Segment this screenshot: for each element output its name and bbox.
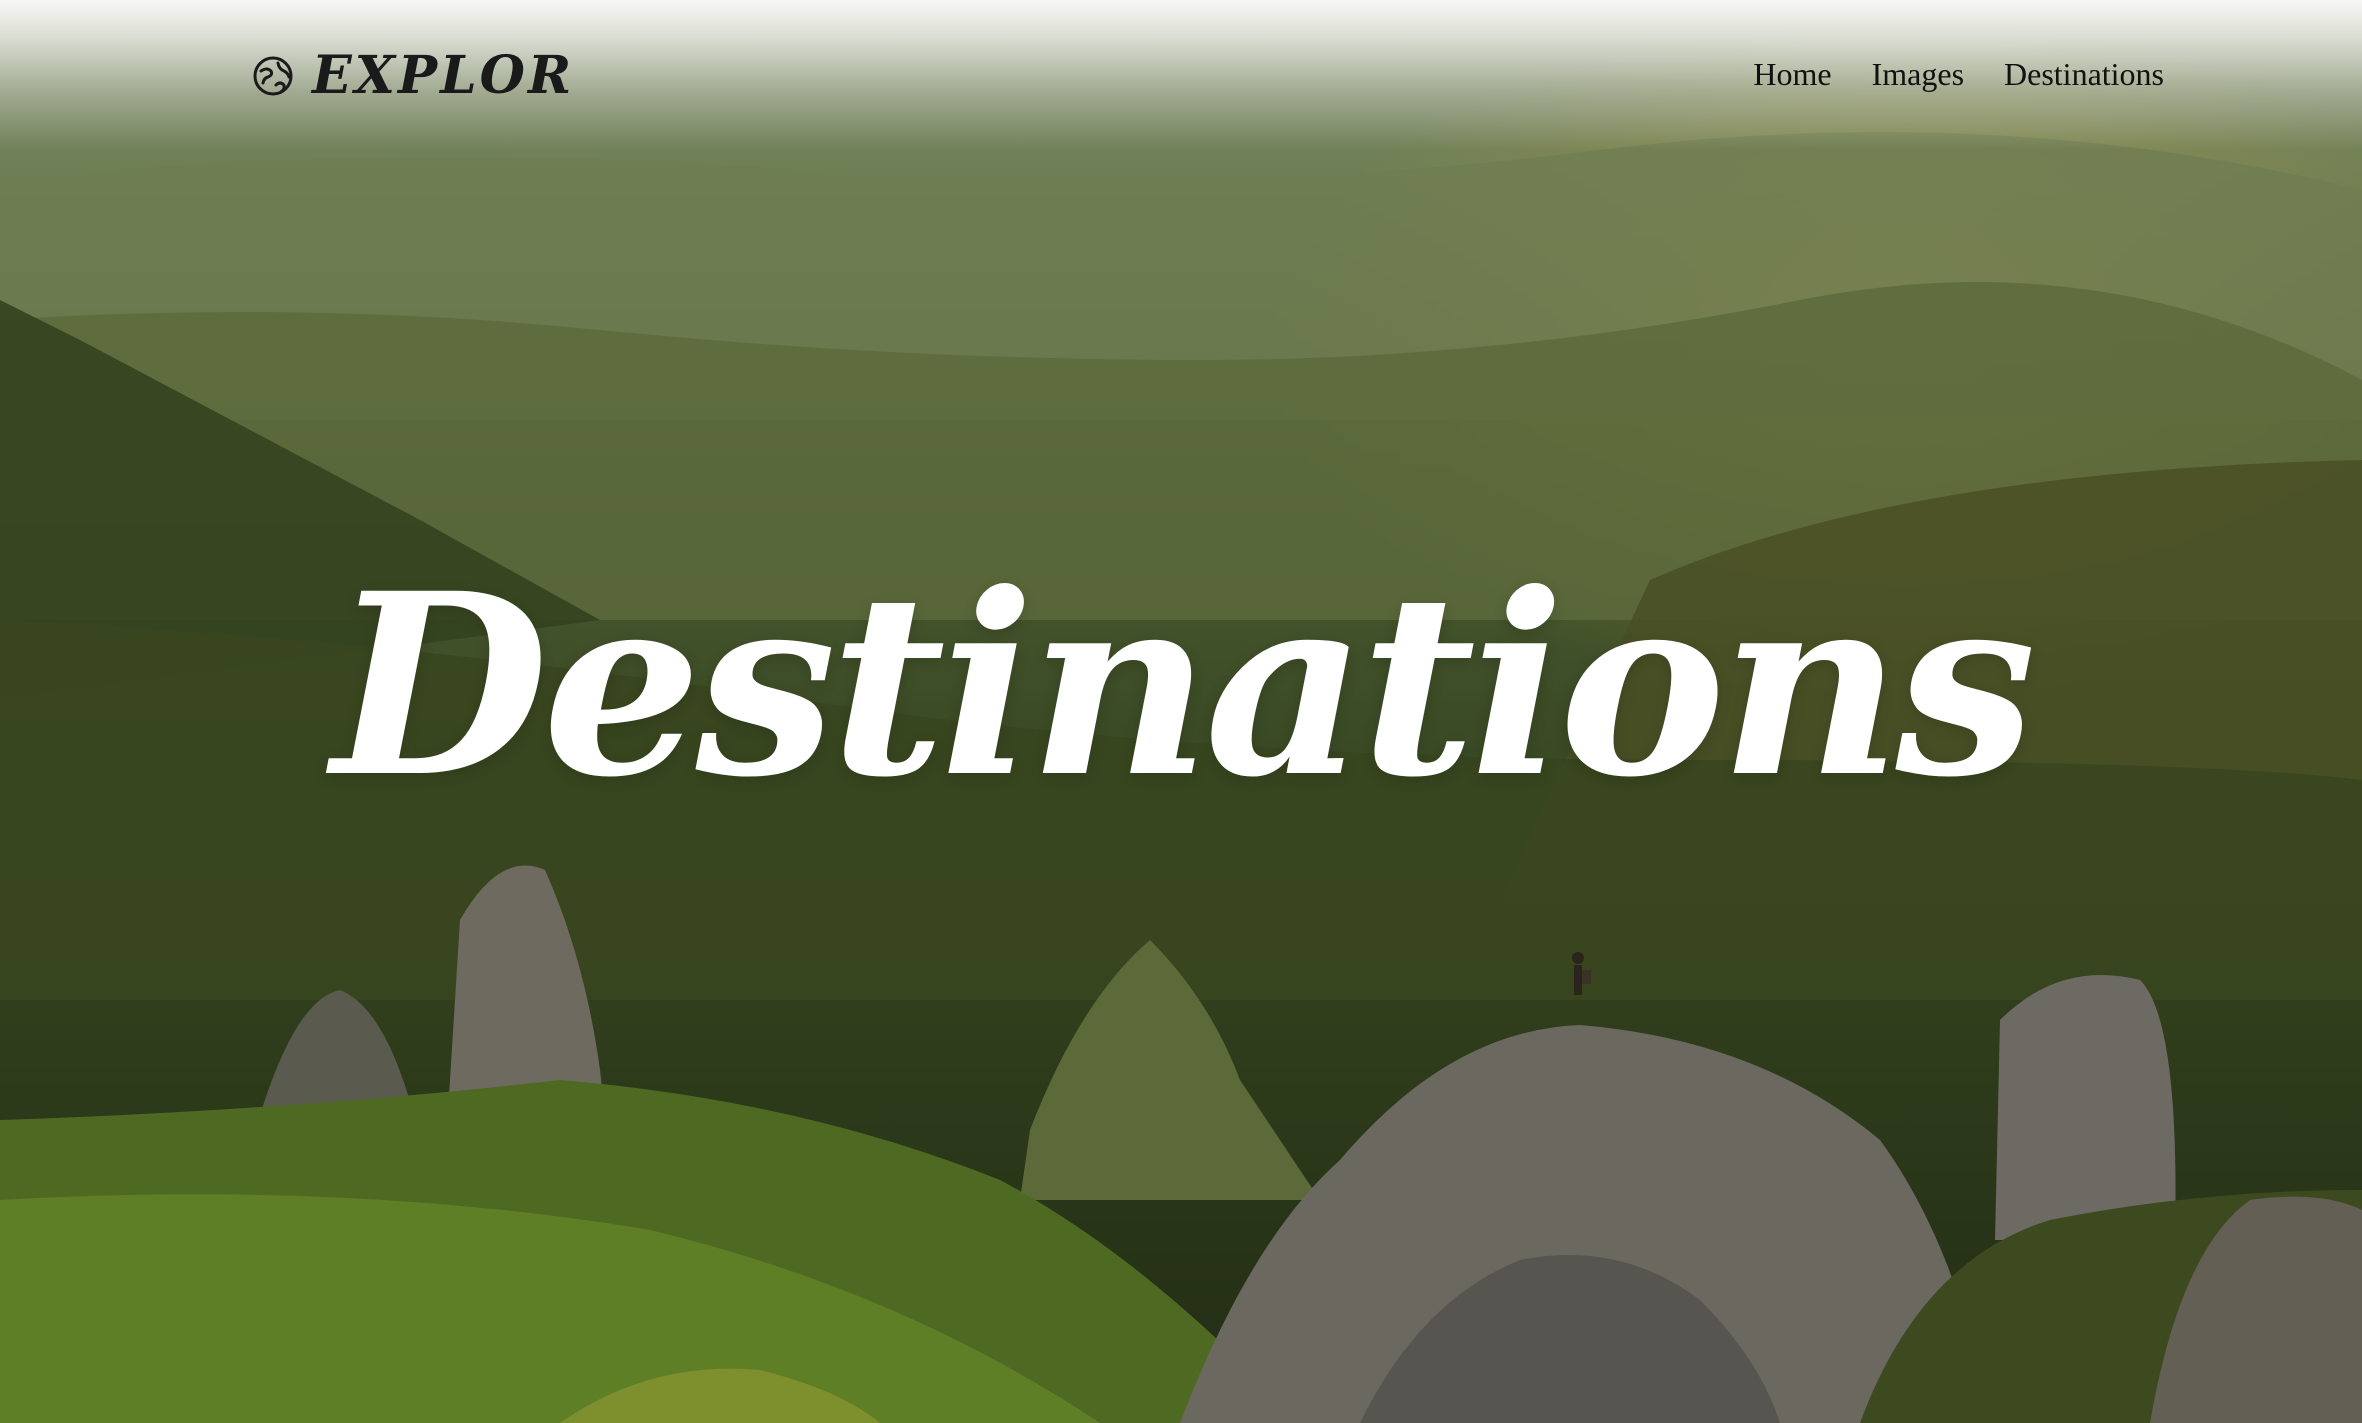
nav-link-images[interactable]: Images <box>1872 58 1964 90</box>
brand-logo[interactable]: EXPLOR <box>252 50 574 102</box>
nav-link-home[interactable]: Home <box>1753 58 1831 90</box>
brand-name: EXPLOR <box>312 45 575 106</box>
hero-section: EXPLOR Home Images Destinations Destinat… <box>0 0 2362 1423</box>
hero-title: Destinations <box>331 538 2037 832</box>
nav-link-destinations[interactable]: Destinations <box>2004 58 2164 90</box>
globe-icon <box>253 56 293 96</box>
main-nav: Home Images Destinations <box>1753 58 2164 90</box>
